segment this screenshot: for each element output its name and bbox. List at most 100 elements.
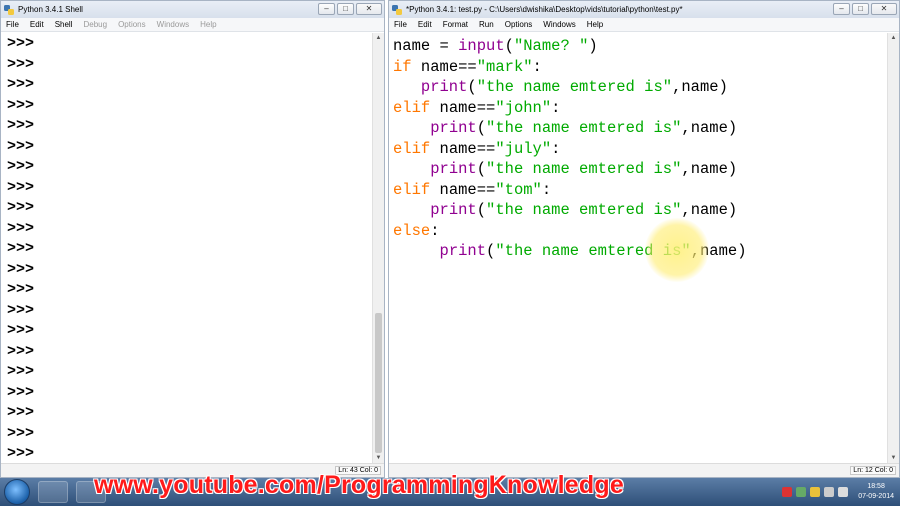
shell-prompt: >>> [7, 301, 35, 319]
string-token: "john" [495, 98, 552, 117]
scroll-down-icon[interactable]: ▼ [888, 453, 899, 463]
code-line[interactable]: print("the name emtered is",name) [393, 77, 747, 98]
shell-menu-edit[interactable]: Edit [30, 20, 44, 29]
string-token: "the name emtered is" [486, 201, 682, 219]
editor-menu-run[interactable]: Run [479, 20, 494, 29]
taskbar-app-button[interactable] [38, 481, 68, 503]
code-line[interactable]: print("the name emtered is",name) [393, 200, 747, 221]
editor-menu-windows[interactable]: Windows [543, 20, 575, 29]
code-token: ,name) [672, 78, 728, 96]
shell-prompt: >>> [7, 96, 35, 114]
code-line[interactable]: elif name=="tom": [393, 180, 747, 201]
editor-menu-file[interactable]: File [394, 20, 407, 29]
code-token: : [430, 221, 440, 240]
code-line[interactable]: print("the name emtered is",name) [393, 241, 747, 262]
code-token: : [541, 180, 552, 199]
code-token: ( [476, 201, 487, 219]
shell-prompt: >>> [7, 55, 35, 73]
code-line[interactable]: if name=="mark": [393, 57, 747, 78]
keyword-token: elif [393, 98, 431, 117]
shell-minimize-button[interactable]: – [318, 3, 335, 15]
code-token: ,name) [681, 119, 738, 137]
code-line[interactable]: else: [393, 221, 747, 242]
string-token: "the name emtered is" [486, 160, 682, 178]
editor-menu-help[interactable]: Help [587, 20, 603, 29]
code-token: ,name) [681, 160, 738, 178]
code-token: : [532, 57, 542, 76]
builtin-token: input [458, 37, 505, 55]
python-shell-window[interactable]: Python 3.4.1 Shell – □ ✕ File Edit Shell… [0, 0, 385, 478]
editor-menu-options[interactable]: Options [505, 20, 533, 29]
code-line[interactable]: elif name=="john": [393, 98, 747, 119]
string-token: "the name emtered is" [486, 119, 682, 137]
shell-prompt: >>> [7, 404, 35, 421]
shell-maximize-button[interactable]: □ [337, 3, 354, 15]
scroll-up-icon[interactable]: ▲ [373, 33, 384, 43]
tray-icon[interactable] [810, 487, 821, 497]
shell-menu-shell[interactable]: Shell [55, 20, 73, 29]
tray-icon[interactable] [796, 487, 807, 497]
scroll-up-icon[interactable]: ▲ [888, 33, 899, 43]
editor-menu-edit[interactable]: Edit [418, 20, 432, 29]
code-line[interactable]: name = input("Name? ") [393, 36, 747, 57]
string-token: "Name? " [513, 37, 589, 55]
string-token: "mark" [476, 57, 533, 76]
volume-icon[interactable] [838, 487, 849, 497]
code-token: ( [467, 78, 477, 96]
shell-menu-file[interactable]: File [6, 20, 19, 29]
shell-prompt: >>> [7, 281, 35, 298]
shell-menu-debug[interactable]: Debug [83, 20, 107, 29]
editor-title: *Python 3.4.1: test.py - C:\Users\dwishi… [406, 5, 683, 14]
start-button[interactable] [4, 479, 30, 505]
shell-menu-help[interactable]: Help [200, 20, 216, 29]
shell-prompt: >>> [7, 424, 35, 442]
editor-window[interactable]: *Python 3.4.1: test.py - C:\Users\dwishi… [388, 0, 900, 478]
shell-titlebar[interactable]: Python 3.4.1 Shell – □ ✕ [1, 1, 384, 18]
code-token: ( [486, 242, 496, 260]
editor-cursor-position: Ln: 12 Col: 0 [850, 466, 896, 475]
shell-prompt-list: >>> >>> >>> >>> >>> >>> >>> >>> >>> >>> >>> >>> >>> >… [7, 34, 34, 463]
builtin-token: print [430, 160, 477, 178]
editor-titlebar[interactable]: *Python 3.4.1: test.py - C:\Users\dwishi… [389, 1, 899, 18]
code-token: ,name) [681, 201, 738, 219]
editor-close-button[interactable]: ✕ [871, 3, 897, 15]
scroll-down-icon[interactable]: ▼ [373, 453, 384, 463]
tray-icon[interactable] [782, 487, 793, 497]
shell-vertical-scrollbar[interactable]: ▲ ▼ [372, 33, 384, 463]
keyword-token: elif [393, 139, 431, 158]
builtin-token: print [439, 242, 487, 260]
string-token: "tom" [495, 180, 542, 199]
editor-maximize-button[interactable]: □ [852, 3, 869, 15]
shell-prompt: >>> [7, 363, 35, 380]
shell-close-button[interactable]: ✕ [356, 3, 382, 15]
code-token: : [551, 139, 561, 158]
shell-scroll-thumb[interactable] [375, 313, 382, 453]
editor-menubar: File Edit Format Run Options Windows Hel… [389, 18, 899, 32]
shell-menu-windows[interactable]: Windows [157, 20, 189, 29]
code-line[interactable]: elif name=="july": [393, 139, 747, 160]
string-token: "july" [495, 139, 552, 158]
builtin-token: print [430, 119, 477, 137]
shell-prompt: >>> [7, 199, 35, 216]
editor-menu-format[interactable]: Format [443, 20, 468, 29]
taskbar-clock[interactable]: 18:58 07-09-2014 [858, 482, 894, 502]
code-line[interactable]: print("the name emtered is",name) [393, 159, 747, 180]
shell-prompt: >>> [7, 260, 35, 278]
shell-prompt: >>> [7, 35, 35, 52]
keyword-token: elif [393, 180, 431, 199]
code-editor-area[interactable]: name = input("Name? ") if name=="mark": p… [389, 33, 887, 463]
editor-minimize-button[interactable]: – [833, 3, 850, 15]
network-icon[interactable] [824, 487, 835, 497]
code-token: ( [476, 160, 487, 178]
shell-title: Python 3.4.1 Shell [18, 5, 83, 14]
code-block[interactable]: name = input("Name? ") if name=="mark": p… [393, 36, 747, 262]
shell-prompt: >>> [7, 445, 35, 462]
string-token: "the name emtered is" [476, 78, 673, 96]
shell-menu-options[interactable]: Options [118, 20, 146, 29]
code-line[interactable]: print("the name emtered is",name) [393, 118, 747, 139]
shell-output-area[interactable]: >>> >>> >>> >>> >>> >>> >>> >>> >>> >>> >>> >>> >>> >… [1, 33, 372, 463]
editor-vertical-scrollbar[interactable]: ▲ ▼ [887, 33, 899, 463]
